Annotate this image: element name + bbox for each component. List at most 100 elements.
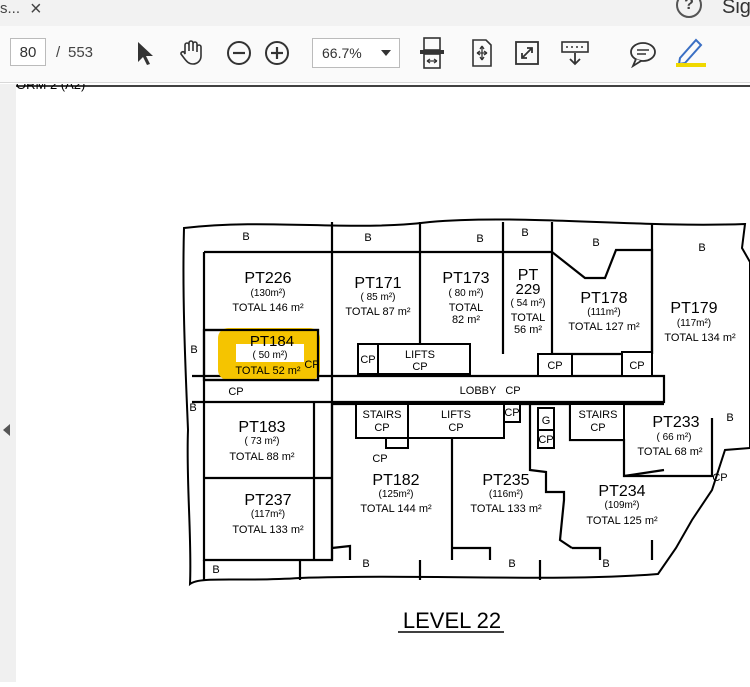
unit-total: TOTAL 134 m²: [664, 332, 736, 344]
unit-area: (125m²): [378, 489, 413, 500]
unit-total-line1: TOTAL: [511, 312, 545, 324]
fit-page-icon[interactable]: [418, 36, 446, 70]
cp-label: CP: [629, 360, 644, 372]
left-panel-toggle[interactable]: [0, 84, 17, 682]
unit-total-line1: TOTAL: [449, 302, 483, 314]
lifts-label: LIFTS: [441, 409, 471, 421]
unit-id: PT234: [598, 483, 645, 500]
level-title: LEVEL 22: [403, 608, 501, 633]
unit-total: TOTAL 146 m²: [232, 302, 304, 314]
balcony-label: B: [212, 564, 219, 576]
pdf-toolbar: / 553 66.7%: [0, 26, 750, 83]
zoom-dropdown[interactable]: 66.7%: [312, 38, 400, 68]
page-number-input[interactable]: [10, 38, 46, 66]
tab-title-fragment[interactable]: s...: [0, 0, 20, 17]
cp-label: CP: [448, 422, 463, 434]
unit-area: (117m²): [251, 509, 285, 520]
unit-id: PT183: [238, 419, 285, 436]
unit-area: (111m²): [587, 307, 621, 318]
page-total: 553: [68, 44, 94, 61]
unit-id: PT233: [652, 414, 699, 431]
unit-id: PT235: [482, 472, 529, 489]
unit-area: (130m²): [250, 288, 285, 299]
unit-id: PT237: [244, 492, 291, 509]
balcony-label: B: [726, 412, 733, 424]
unit-id: PT173: [442, 270, 489, 287]
cp-label: CP: [374, 422, 389, 434]
cp-label: CP: [712, 472, 727, 484]
unit-area: (117m²): [677, 318, 711, 329]
unit-area: ( 85 m²): [361, 292, 396, 303]
unit-id-line2: 229: [515, 281, 540, 298]
floor-plan: ORM 2 (A2) PT226 (130m²) TOTAL 146 m² PT…: [16, 77, 750, 633]
help-icon[interactable]: ?: [676, 0, 702, 18]
unit-total: TOTAL 127 m²: [568, 321, 640, 333]
unit-id: PT182: [372, 472, 419, 489]
stairs-label: STAIRS: [579, 409, 618, 421]
unit-total: TOTAL 125 m²: [586, 515, 658, 527]
unit-total: TOTAL 87 m²: [345, 306, 411, 318]
chevron-down-icon: [381, 50, 391, 56]
fullscreen-icon[interactable]: [514, 40, 540, 66]
balcony-label: B: [362, 558, 369, 570]
cp-label: CP: [372, 453, 387, 465]
balcony-label: B: [242, 231, 249, 243]
unit-area: ( 54 m²): [511, 298, 546, 309]
lobby-label: LOBBY: [460, 385, 497, 397]
balcony-label: B: [521, 227, 528, 239]
read-mode-icon[interactable]: [560, 40, 590, 68]
cp-label: CP: [547, 360, 562, 372]
zoom-out-icon[interactable]: [226, 40, 252, 66]
unit-total-line2: 82 m²: [452, 314, 480, 326]
cp-label: CP: [538, 434, 553, 446]
unit-total: TOTAL 88 m²: [229, 451, 295, 463]
unit-total: TOTAL 144 m²: [360, 503, 432, 515]
comment-icon[interactable]: [628, 40, 658, 68]
unit-id: PT171: [354, 275, 401, 292]
unit-id: PT179: [670, 300, 717, 317]
balcony-label: B: [190, 344, 197, 356]
highlight-icon[interactable]: [674, 36, 708, 68]
unit-area: (109m²): [604, 500, 639, 511]
balcony-label: B: [508, 558, 515, 570]
tab-close-icon[interactable]: ×: [30, 0, 42, 21]
unit-area: (116m²): [489, 489, 523, 500]
balcony-label: B: [364, 232, 371, 244]
unit-id: PT184: [250, 333, 294, 350]
cp-label: CP: [412, 361, 427, 373]
cp-label: CP: [304, 359, 319, 371]
balcony-label: B: [189, 402, 196, 414]
balcony-label: B: [592, 237, 599, 249]
unit-area: ( 73 m²): [245, 436, 280, 447]
window-top-strip: s... × ? Sig: [0, 0, 750, 26]
page-separator: /: [56, 44, 61, 61]
unit-area: ( 80 m²): [449, 288, 484, 299]
unit-total: TOTAL 133 m²: [232, 524, 304, 536]
scroll-mode-icon[interactable]: [470, 38, 494, 68]
lobby-cp-label: CP: [505, 385, 520, 397]
unit-id: PT226: [244, 270, 291, 287]
balcony-label: B: [602, 558, 609, 570]
sign-in-link[interactable]: Sig: [722, 0, 750, 19]
zoom-in-icon[interactable]: [264, 40, 290, 66]
unit-id: PT178: [580, 290, 627, 307]
unit-area: ( 66 m²): [657, 432, 692, 443]
select-arrow-icon[interactable]: [134, 40, 156, 66]
stairs-label: STAIRS: [363, 409, 402, 421]
g-label: G: [542, 415, 551, 427]
document-page: ORM 2 (A2) PT226 (130m²) TOTAL 146 m² PT…: [16, 77, 750, 682]
unit-total: TOTAL 52 m²: [235, 365, 301, 377]
unit-total: TOTAL 133 m²: [470, 503, 542, 515]
unit-total: TOTAL 68 m²: [637, 446, 703, 458]
page-header-fragment: ORM 2 (A2): [16, 84, 85, 92]
hand-tool-icon[interactable]: [178, 38, 208, 66]
lifts-label: LIFTS: [405, 349, 435, 361]
zoom-value: 66.7%: [322, 45, 362, 61]
cp-label: CP: [228, 386, 243, 398]
unit-total-line2: 56 m²: [514, 324, 542, 336]
cp-label: CP: [504, 407, 519, 419]
unit-area: ( 50 m²): [253, 350, 288, 361]
balcony-label: B: [476, 233, 483, 245]
chevron-left-icon: [3, 424, 10, 436]
highlight-color-swatch: [676, 63, 706, 67]
